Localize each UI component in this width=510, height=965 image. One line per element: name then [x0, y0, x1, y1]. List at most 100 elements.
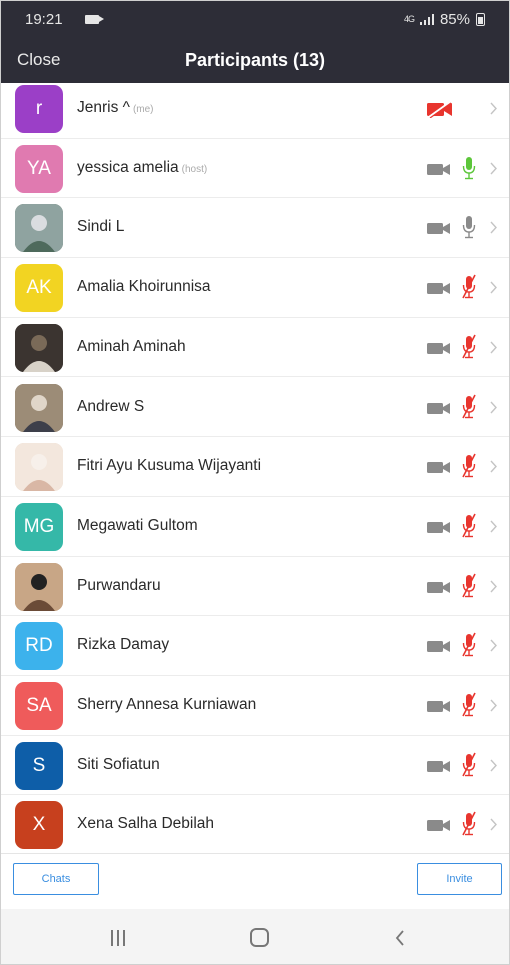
participant-name-wrap: Fitri Ayu Kusuma Wijayanti: [77, 457, 261, 475]
participant-name-wrap: Siti Sofiatun: [77, 756, 160, 774]
participant-role-tag: (me): [132, 104, 154, 115]
avatar-initials: X: [32, 814, 46, 836]
back-icon[interactable]: [394, 929, 406, 947]
mic-muted-icon[interactable]: [461, 274, 477, 300]
video-recording-icon: [85, 15, 104, 24]
mic-muted-icon[interactable]: [461, 394, 477, 420]
video-icon[interactable]: [427, 400, 453, 417]
video-icon[interactable]: [427, 220, 453, 237]
participant-name-wrap: Aminah Aminah: [77, 338, 186, 356]
chevron-right-icon[interactable]: [489, 161, 498, 176]
participant-name-wrap: Jenris ^ (me): [77, 99, 154, 117]
chevron-right-icon[interactable]: [489, 280, 498, 295]
mic-muted-icon[interactable]: [461, 752, 477, 778]
avatar: [15, 323, 63, 372]
participant-row[interactable]: S Siti Sofiatun: [1, 736, 509, 796]
avatar: S: [15, 741, 63, 790]
participant-row[interactable]: RD Rizka Damay: [1, 616, 509, 676]
bottom-action-bar: Chats Invite: [1, 853, 509, 910]
app-screen: 19:21 4G 85% Close Participants (13) r Je…: [0, 0, 510, 965]
participant-row[interactable]: Sindi L: [1, 198, 509, 259]
avatar: X: [15, 801, 63, 850]
participant-name: Rizka Damay: [77, 636, 170, 654]
participant-name: Sherry Annesa Kurniawan: [77, 696, 257, 713]
mic-icon[interactable]: [461, 214, 477, 240]
participant-row[interactable]: YA yessica amelia (host): [1, 139, 509, 199]
participant-row[interactable]: r Jenris ^ (me): [1, 83, 509, 139]
participant-name: Siti Sofiatun: [77, 755, 160, 773]
chevron-right-icon[interactable]: [489, 101, 498, 116]
network-type: 4G: [403, 14, 415, 24]
avatar: r: [15, 85, 63, 133]
avatar-initials: SA: [26, 695, 52, 716]
avatar-initials: AK: [26, 277, 52, 299]
participants-list: r Jenris ^ (me) YA yessica amelia (host) Sindi…: [1, 83, 509, 853]
participant-name: Xena Salha Debilah: [77, 815, 215, 833]
participant-name-wrap: Sindi L: [77, 218, 124, 236]
chevron-right-icon[interactable]: [489, 638, 498, 653]
participant-name-wrap: Amalia Khoirunnisa: [77, 278, 211, 296]
chats-button[interactable]: Chats: [13, 863, 99, 895]
participant-name: Aminah Aminah: [77, 337, 186, 355]
chevron-right-icon[interactable]: [489, 220, 498, 235]
chevron-right-icon[interactable]: [489, 400, 498, 415]
participant-name: Fitri Ayu Kusuma Wijayanti: [77, 457, 262, 475]
chevron-right-icon[interactable]: [489, 698, 498, 713]
participant-row[interactable]: Fitri Ayu Kusuma Wijayanti: [1, 437, 509, 497]
status-right: 4G 85%: [404, 11, 485, 28]
battery-percentage: 85%: [439, 11, 470, 28]
avatar-initials: MG: [23, 515, 55, 537]
participant-row[interactable]: Aminah Aminah: [1, 318, 509, 378]
participant-name: Amalia Khoirunnisa: [77, 278, 211, 296]
chevron-right-icon[interactable]: [489, 340, 498, 355]
avatar-photo: [15, 323, 63, 372]
participant-row[interactable]: MG Megawati Gultom: [1, 497, 509, 557]
video-icon[interactable]: [427, 698, 453, 715]
avatar-initials: r: [35, 98, 43, 119]
chevron-right-icon[interactable]: [489, 519, 498, 534]
mic-muted-icon[interactable]: [461, 334, 477, 360]
avatar-initials: RD: [25, 635, 53, 657]
chevron-right-icon[interactable]: [489, 758, 498, 773]
recent-apps-icon[interactable]: [111, 930, 127, 946]
chevron-right-icon[interactable]: [489, 579, 498, 594]
participant-row[interactable]: X Xena Salha Debilah: [1, 795, 509, 853]
participant-name: Megawati Gultom: [77, 516, 198, 534]
video-icon[interactable]: [427, 579, 453, 596]
avatar-photo: [15, 383, 63, 432]
video-icon[interactable]: [427, 280, 453, 297]
participant-row[interactable]: SA Sherry Annesa Kurniawan: [1, 676, 509, 736]
video-icon[interactable]: [427, 161, 453, 178]
avatar: [15, 562, 63, 611]
avatar-initials: YA: [27, 157, 51, 179]
video-icon[interactable]: [427, 638, 453, 655]
invite-button[interactable]: Invite: [417, 863, 502, 895]
video-icon[interactable]: [427, 340, 453, 357]
mic-muted-icon[interactable]: [461, 513, 477, 539]
avatar-photo: [15, 204, 63, 253]
mic-muted-icon[interactable]: [461, 811, 477, 837]
video-off-icon[interactable]: [427, 101, 453, 118]
video-icon[interactable]: [427, 459, 453, 476]
mic-muted-icon[interactable]: [461, 453, 477, 479]
avatar-photo: [15, 562, 63, 611]
avatar-photo: [15, 443, 63, 492]
mic-active-icon[interactable]: [461, 155, 477, 181]
mic-muted-icon[interactable]: [461, 632, 477, 658]
participant-name: Sindi L: [77, 218, 125, 236]
avatar-initials: S: [32, 754, 46, 776]
participant-row[interactable]: Purwandaru: [1, 557, 509, 617]
mic-muted-icon[interactable]: [461, 573, 477, 599]
mic-muted-icon[interactable]: [461, 692, 477, 718]
home-icon[interactable]: [250, 928, 269, 947]
video-icon[interactable]: [427, 758, 453, 775]
video-icon[interactable]: [427, 519, 453, 536]
participant-name: Purwandaru: [77, 576, 161, 594]
video-icon[interactable]: [427, 817, 453, 834]
chevron-right-icon[interactable]: [489, 459, 498, 474]
participant-row[interactable]: AK Amalia Khoirunnisa: [1, 258, 509, 318]
avatar: YA: [15, 144, 63, 193]
participant-name-wrap: yessica amelia (host): [77, 159, 207, 177]
chevron-right-icon[interactable]: [489, 817, 498, 832]
participant-row[interactable]: Andrew S: [1, 378, 509, 438]
